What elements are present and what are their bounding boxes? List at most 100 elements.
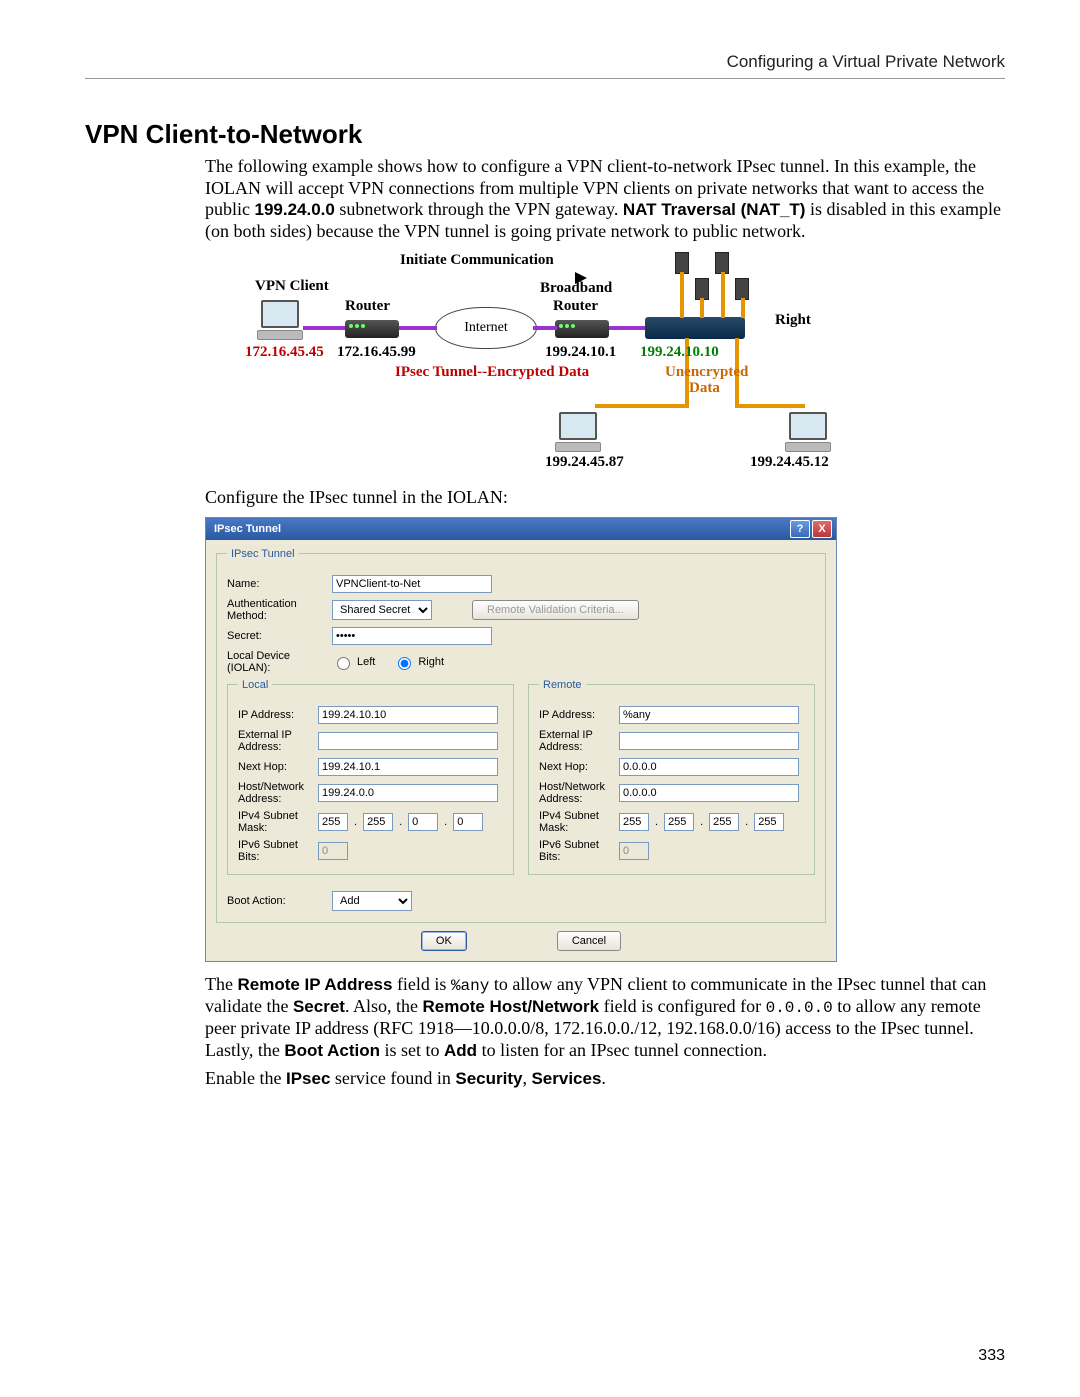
vpn-client-pc-icon [257, 300, 303, 338]
local-nexthop-input[interactable] [318, 758, 498, 776]
secret-label: Secret: [227, 630, 332, 642]
local-mask-2[interactable] [408, 813, 438, 831]
boot-action-select[interactable]: Add [332, 891, 412, 911]
ip-pc2: 199.24.45.12 [750, 454, 829, 471]
radio-right-label[interactable]: Right [393, 654, 444, 670]
ipsec-tunnel-dialog: IPsec Tunnel ? X IPsec Tunnel Name: Auth… [205, 517, 837, 962]
router1-icon [345, 320, 399, 338]
iolan-switch-icon [645, 317, 745, 339]
local-v6-input [318, 842, 348, 860]
auth-label: Authentication Method: [227, 598, 332, 622]
remote-mask-label: IPv4 Subnet Mask: [539, 810, 619, 834]
para1-c: subnetwork through the VPN gateway. [335, 199, 623, 219]
remote-hostnet-input[interactable] [619, 784, 799, 802]
ip-router2: 199.24.10.1 [545, 344, 616, 361]
radio-left-label[interactable]: Left [332, 654, 375, 670]
local-ip-input[interactable] [318, 706, 498, 724]
local-legend: Local [238, 679, 272, 691]
ip-pc1: 199.24.45.87 [545, 454, 624, 471]
link-orange [735, 404, 805, 408]
local-mask-3[interactable] [453, 813, 483, 831]
secret-input[interactable] [332, 627, 492, 645]
name-input[interactable] [332, 575, 492, 593]
remote-legend: Remote [539, 679, 586, 691]
remote-ext-input[interactable] [619, 732, 799, 750]
link-orange [680, 272, 684, 318]
remote-mask-3[interactable] [754, 813, 784, 831]
remote-v6-input [619, 842, 649, 860]
group-remote: Remote IP Address: External IP Address: … [528, 679, 815, 875]
link-orange [741, 298, 745, 318]
page-number: 333 [978, 1347, 1005, 1365]
para1-d: NAT Traversal (NAT_T) [623, 200, 806, 219]
ip-vpnclient: 172.16.45.45 [245, 344, 324, 361]
remote-mask-0[interactable] [619, 813, 649, 831]
local-mask-1[interactable] [363, 813, 393, 831]
ip-right: 199.24.10.10 [640, 344, 719, 361]
ok-button[interactable]: OK [421, 931, 467, 951]
group-local: Local IP Address: External IP Address: N… [227, 679, 514, 875]
label-data: Data [689, 380, 720, 397]
local-mask-label: IPv4 Subnet Mask: [238, 810, 318, 834]
header-right-text: Configuring a Virtual Private Network [85, 52, 1005, 72]
group-ipsec-tunnel: IPsec Tunnel Name: Authentication Method… [216, 548, 826, 923]
router2-icon [555, 320, 609, 338]
auth-method-select[interactable]: Shared Secret [332, 600, 432, 620]
local-ext-input[interactable] [318, 732, 498, 750]
remote-v6-label: IPv6 Subnet Bits: [539, 839, 619, 863]
server-icon [735, 278, 749, 300]
boot-action-label: Boot Action: [227, 895, 332, 907]
cancel-button[interactable]: Cancel [557, 931, 621, 951]
link-orange [721, 272, 725, 318]
label-tunnel: IPsec Tunnel--Encrypted Data [395, 364, 589, 381]
label-unenc: Unencrypted [665, 364, 748, 381]
enable-paragraph: Enable the IPsec service found in Securi… [205, 1068, 1005, 1090]
network-diagram: Initiate Communication VPN Client Broadb… [245, 252, 845, 477]
link-purple [533, 326, 557, 330]
radio-left[interactable] [337, 657, 350, 670]
label-initiate: Initiate Communication [400, 252, 554, 269]
link-purple [303, 326, 345, 330]
dialog-title: IPsec Tunnel [210, 523, 788, 535]
help-button[interactable]: ? [790, 520, 810, 538]
local-nexthop-label: Next Hop: [238, 761, 318, 773]
local-device-label: Local Device (IOLAN): [227, 650, 332, 674]
local-v6-label: IPv6 Subnet Bits: [238, 839, 318, 863]
label-router1: Router [345, 298, 390, 315]
remote-mask-2[interactable] [709, 813, 739, 831]
explain-paragraph: The Remote IP Address field is %any to a… [205, 974, 1005, 1062]
close-button[interactable]: X [812, 520, 832, 538]
link-purple [399, 326, 437, 330]
internet-cloud: Internet [435, 307, 537, 349]
remote-ext-label: External IP Address: [539, 729, 619, 753]
para1-b: 199.24.0.0 [255, 200, 335, 219]
header-rule [85, 78, 1005, 79]
label-broadband: Broadband [540, 280, 612, 297]
local-hostnet-input[interactable] [318, 784, 498, 802]
remote-nexthop-input[interactable] [619, 758, 799, 776]
label-router2: Router [553, 298, 598, 315]
server-icon [715, 252, 729, 274]
remote-validation-button: Remote Validation Criteria... [472, 600, 639, 620]
server-icon [695, 278, 709, 300]
remote-hostnet-label: Host/Network Address: [539, 781, 619, 805]
remote-nexthop-label: Next Hop: [539, 761, 619, 773]
titlebar: IPsec Tunnel ? X [206, 518, 836, 540]
group-main-legend: IPsec Tunnel [227, 548, 299, 560]
label-vpn-client: VPN Client [255, 278, 329, 295]
remote-mask-1[interactable] [664, 813, 694, 831]
pc1-icon [555, 412, 601, 450]
remote-ip-label: IP Address: [539, 709, 619, 721]
local-ip-label: IP Address: [238, 709, 318, 721]
link-purple [609, 326, 645, 330]
pc2-icon [785, 412, 831, 450]
link-orange [700, 298, 704, 318]
radio-right[interactable] [398, 657, 411, 670]
local-mask-0[interactable] [318, 813, 348, 831]
config-intro: Configure the IPsec tunnel in the IOLAN: [205, 487, 1005, 509]
section-title: VPN Client-to-Network [85, 119, 1005, 150]
remote-ip-input[interactable] [619, 706, 799, 724]
intro-paragraph: The following example shows how to confi… [205, 156, 1005, 242]
local-ext-label: External IP Address: [238, 729, 318, 753]
label-right: Right [775, 312, 811, 329]
